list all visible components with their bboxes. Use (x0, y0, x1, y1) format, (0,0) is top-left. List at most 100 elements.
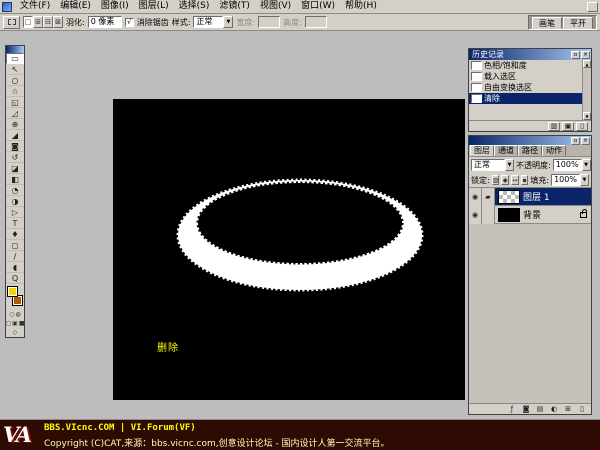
layer-name[interactable]: 图层 1 (523, 190, 550, 203)
menu-window[interactable]: 窗口(W) (296, 0, 340, 13)
chevron-down-icon[interactable]: ▼ (582, 159, 591, 171)
antialias-checkbox[interactable]: √ (125, 18, 134, 27)
paint-indicator-well[interactable] (482, 206, 495, 224)
screen-mode-menu-button[interactable]: ▣ (12, 320, 18, 327)
menu-layer[interactable]: 图层(L) (134, 0, 174, 13)
history-scrollbar[interactable]: ▲ ▼ (582, 60, 591, 120)
menu-select[interactable]: 选择(S) (174, 0, 215, 13)
layer-set-icon[interactable]: ▤ (534, 405, 546, 414)
tool-shape[interactable]: ◻ (6, 240, 24, 251)
history-item-transform-selection[interactable]: 自由变换选区 (469, 82, 591, 93)
tab-layers[interactable]: 图层 (470, 145, 494, 156)
jump-to-imageready-button[interactable]: ◇ (13, 329, 18, 336)
layer-name[interactable]: 背景 (523, 208, 541, 221)
new-selection-button[interactable]: □ (23, 16, 33, 28)
tool-lasso[interactable]: ○ (6, 75, 24, 86)
layer-row-background[interactable]: ◉ 背景 (469, 206, 591, 224)
tool-gradient[interactable]: ◧ (6, 174, 24, 185)
menu-filter[interactable]: 滤镜(T) (214, 0, 255, 13)
menu-help[interactable]: 帮助(H) (340, 0, 382, 13)
visibility-toggle[interactable]: ◉ (469, 188, 482, 206)
menu-view[interactable]: 视图(V) (255, 0, 296, 13)
quick-mask-button[interactable]: ◍ (16, 311, 21, 318)
feather-input[interactable]: 0 像素 (88, 16, 122, 28)
palette-tab-second[interactable]: 平开 (563, 17, 593, 29)
history-title-bar[interactable]: 历史记录 ▫ × (469, 49, 591, 60)
add-to-selection-button[interactable]: ⊞ (33, 16, 43, 28)
lock-pixels-icon[interactable]: ◆ (501, 175, 509, 185)
slice-icon: ◿ (12, 109, 18, 118)
foreground-color-swatch[interactable] (7, 286, 18, 297)
menu-bar-button[interactable] (587, 2, 598, 12)
tool-eyedropper[interactable]: ∕ (6, 251, 24, 262)
layer-mask-icon[interactable]: ◙ (520, 405, 532, 414)
tool-hand[interactable]: ◖ (6, 262, 24, 273)
trash-icon[interactable]: ▯ (576, 122, 588, 131)
visibility-toggle[interactable]: ◉ (469, 206, 482, 224)
screen-mode-standard-button[interactable]: ▢ (6, 320, 12, 327)
intersect-selection-button[interactable]: ⊠ (53, 16, 63, 28)
history-panel-title: 历史记录 (472, 49, 570, 60)
menu-image[interactable]: 图像(I) (96, 0, 134, 13)
new-layer-icon[interactable]: ⊞ (562, 405, 574, 414)
layer-style-icon[interactable]: ƒ (506, 405, 518, 414)
adjustment-layer-icon[interactable]: ◐ (548, 405, 560, 414)
delete-layer-icon[interactable]: ▯ (576, 405, 588, 414)
paint-indicator-well[interactable]: ▰ (482, 188, 495, 206)
layer-row-layer1[interactable]: ◉ ▰ 图层 1 (469, 188, 591, 206)
lock-all-icon[interactable]: ▪ (521, 175, 529, 185)
tab-actions[interactable]: 动作 (542, 145, 566, 156)
close-icon[interactable]: × (581, 51, 590, 59)
layer-thumbnail[interactable] (498, 208, 520, 222)
layers-title-bar[interactable]: ▫ × (469, 136, 591, 145)
menu-edit[interactable]: 编辑(E) (55, 0, 96, 13)
minimize-icon[interactable]: ▫ (571, 51, 580, 59)
tool-clone-stamp[interactable]: ◙ (6, 141, 24, 152)
path-selection-icon: ▷ (12, 208, 18, 217)
close-icon[interactable]: × (581, 137, 590, 145)
toolbox-title-bar[interactable] (6, 46, 24, 53)
screen-mode-full-button[interactable]: ■ (19, 320, 25, 327)
menu-file[interactable]: 文件(F) (15, 0, 55, 13)
tool-magic-wand[interactable]: ☆ (6, 86, 24, 97)
chevron-down-icon[interactable]: ▼ (223, 16, 233, 28)
blend-mode-dropdown[interactable]: 正常 ▼ (471, 159, 514, 171)
tab-paths[interactable]: 路径 (518, 145, 542, 156)
fill-input[interactable]: 100% ▼ (551, 174, 589, 186)
tool-slice[interactable]: ◿ (6, 108, 24, 119)
new-snapshot-icon[interactable]: ▣ (562, 122, 574, 131)
tool-zoom[interactable]: Q (6, 273, 24, 284)
chevron-down-icon[interactable]: ▼ (505, 159, 514, 171)
document-canvas[interactable]: 删除 (113, 99, 465, 400)
tool-brush[interactable]: ◢ (6, 130, 24, 141)
history-item-load-selection[interactable]: 载入选区 (469, 71, 591, 82)
standard-mode-button[interactable]: ○ (9, 311, 14, 318)
tool-healing-brush[interactable]: ⊕ (6, 119, 24, 130)
tool-eraser[interactable]: ◪ (6, 163, 24, 174)
scroll-up-icon[interactable]: ▲ (583, 60, 591, 68)
chevron-down-icon[interactable]: ▼ (580, 174, 589, 186)
tool-rectangular-marquee[interactable]: ▭ (6, 53, 24, 64)
history-item-hue-saturation[interactable]: 色相/饱和度 (469, 60, 591, 71)
minimize-icon[interactable]: ▫ (571, 137, 580, 145)
lock-transparency-icon[interactable]: ▨ (492, 175, 500, 185)
tool-path-selection[interactable]: ▷ (6, 207, 24, 218)
scroll-down-icon[interactable]: ▼ (583, 112, 591, 120)
tool-dodge[interactable]: ◑ (6, 196, 24, 207)
tool-history-brush[interactable]: ↺ (6, 152, 24, 163)
dodge-icon: ◑ (12, 197, 19, 206)
tool-crop[interactable]: ◱ (6, 97, 24, 108)
tool-pen[interactable]: ♦ (6, 229, 24, 240)
layer-thumbnail[interactable] (498, 190, 520, 204)
lock-position-icon[interactable]: ↔ (511, 175, 519, 185)
tool-type[interactable]: T (6, 218, 24, 229)
tab-channels[interactable]: 通道 (494, 145, 518, 156)
subtract-from-selection-button[interactable]: ⊟ (43, 16, 53, 28)
tool-move[interactable]: ↖ (6, 64, 24, 75)
tool-blur[interactable]: ◔ (6, 185, 24, 196)
style-dropdown[interactable]: 正常 ▼ (193, 16, 233, 28)
opacity-input[interactable]: 100% ▼ (553, 159, 591, 171)
history-item-clear[interactable]: 清除 (469, 93, 591, 104)
palette-tab-brushes[interactable]: 画笔 (532, 17, 562, 29)
new-document-from-state-icon[interactable]: ▥ (548, 122, 560, 131)
